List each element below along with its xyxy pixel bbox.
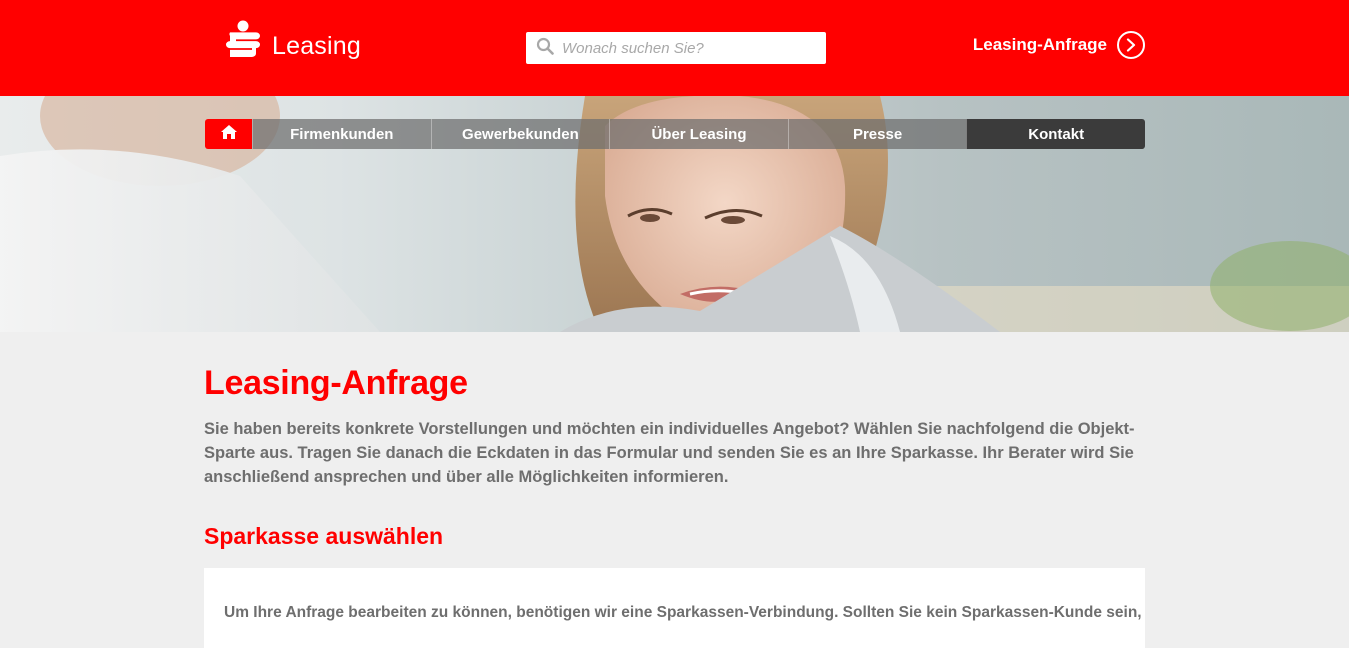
page-title: Leasing-Anfrage: [204, 364, 468, 402]
home-icon: [220, 124, 238, 145]
card-text: Um Ihre Anfrage bearbeiten zu können, be…: [224, 604, 1142, 621]
logo-link[interactable]: Leasing: [226, 20, 361, 62]
nav-home[interactable]: [205, 119, 252, 149]
nav-presse[interactable]: Presse: [787, 119, 967, 149]
main-navigation: Firmenkunden Gewerbekunden Über Leasing …: [205, 119, 1145, 149]
sparkasse-card: Um Ihre Anfrage bearbeiten zu können, be…: [204, 568, 1145, 648]
leasing-anfrage-link[interactable]: Leasing-Anfrage: [973, 31, 1145, 59]
sparkasse-s-icon: [226, 20, 260, 62]
search-icon: [536, 37, 554, 60]
chevron-right-circle-icon: [1117, 31, 1145, 59]
cta-label: Leasing-Anfrage: [972, 35, 1107, 54]
hero-banner: Firmenkunden Gewerbekunden Über Leasing …: [0, 96, 1349, 332]
search-box[interactable]: [526, 32, 826, 64]
site-header: Leasing Leasing-Anfrage: [0, 0, 1349, 96]
intro-text: Sie haben bereits konkrete Vorstellungen…: [204, 420, 1135, 486]
search-input[interactable]: [560, 38, 814, 58]
logo-text: Leasing: [272, 31, 361, 60]
nav-gewerbekunden[interactable]: Gewerbekunden: [430, 119, 610, 149]
section-title: Sparkasse auswählen: [204, 523, 444, 549]
nav-ueber-leasing[interactable]: Über Leasing: [609, 119, 788, 149]
nav-kontakt[interactable]: Kontakt: [966, 119, 1145, 149]
main-content: Leasing-Anfrage Sie haben bereits konkre…: [0, 332, 1145, 648]
nav-firmenkunden[interactable]: Firmenkunden: [252, 119, 431, 149]
